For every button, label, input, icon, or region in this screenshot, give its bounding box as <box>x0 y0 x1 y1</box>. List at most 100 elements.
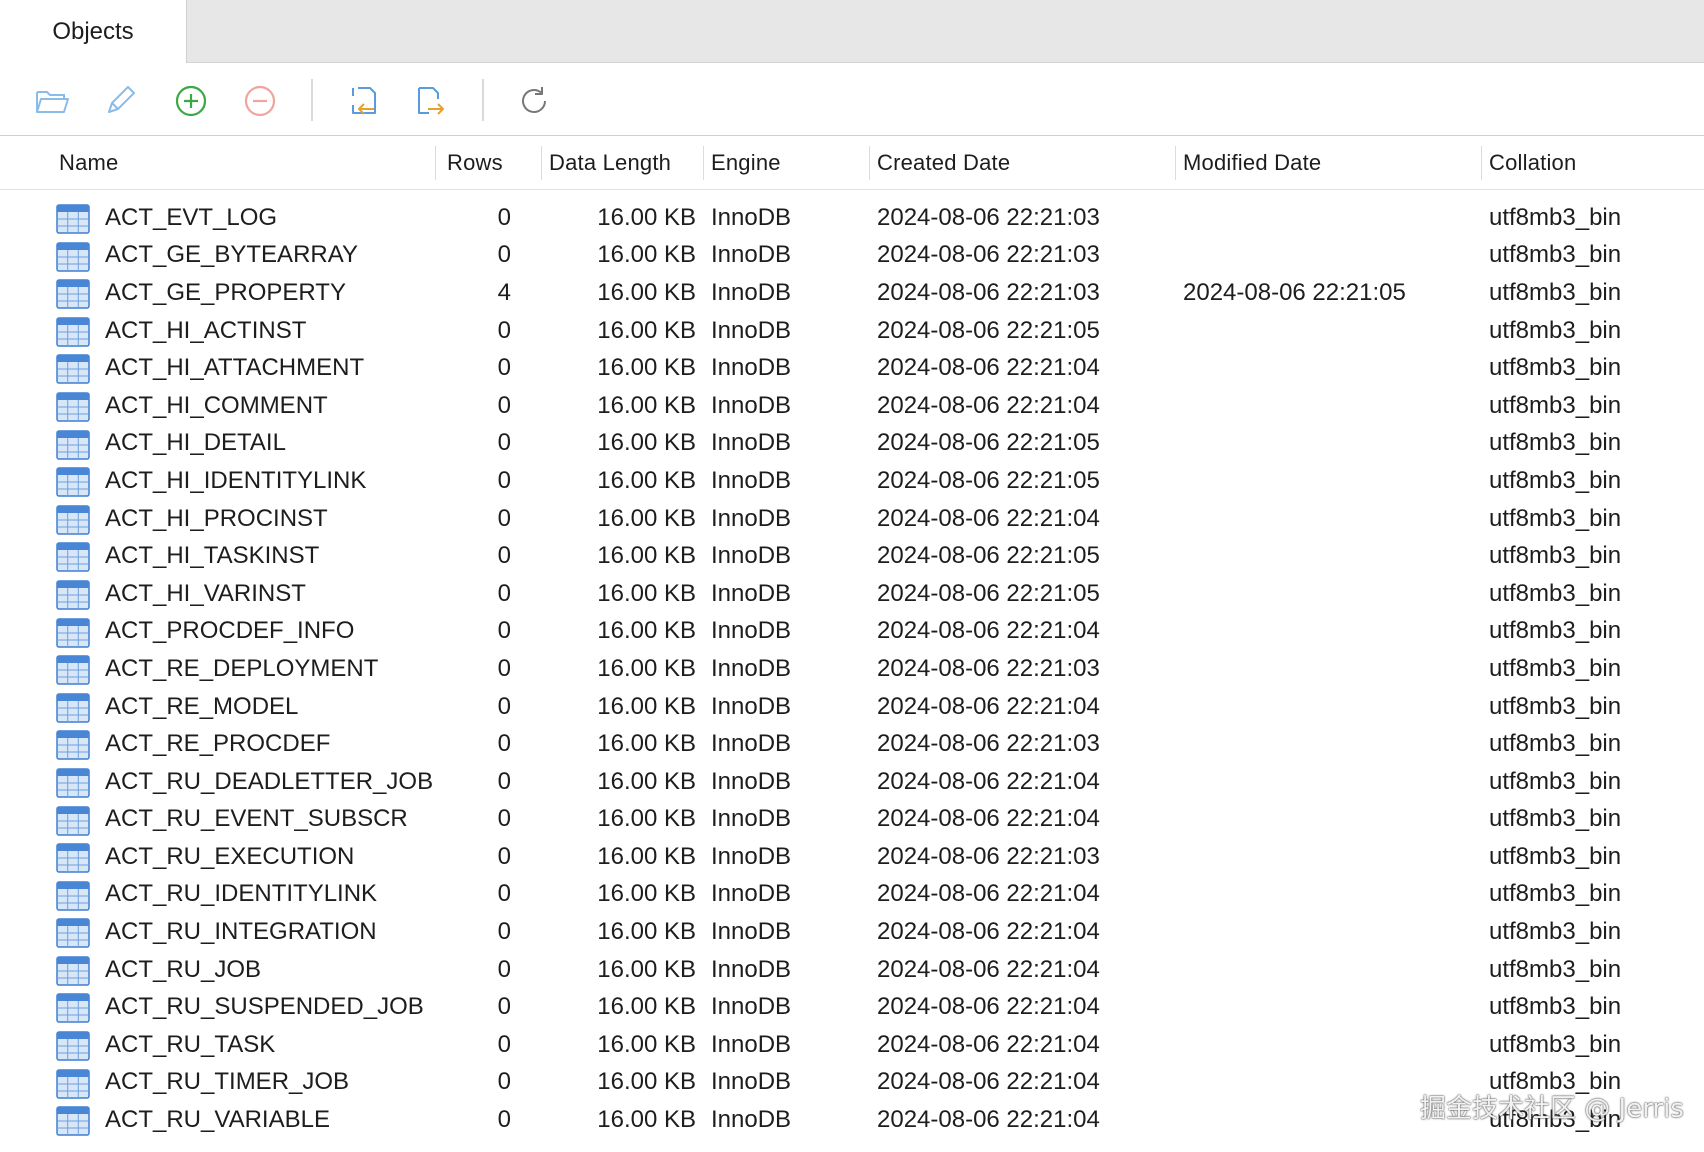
table-row[interactable]: ACT_HI_PROCINST 0 16.00 KB InnoDB 2024-08-06… <box>0 500 1704 538</box>
table-icon <box>56 467 90 497</box>
cell-data-length: 16.00 KB <box>597 354 696 382</box>
table-row[interactable]: ACT_RE_PROCDEF 0 16.00 KB InnoDB 2024-08-06 … <box>0 725 1704 763</box>
cell-rows: 0 <box>497 654 511 682</box>
column-header-rows[interactable]: Rows <box>447 136 503 190</box>
table-row[interactable]: ACT_RU_JOB 0 16.00 KB InnoDB 2024-08-06 22:2… <box>0 951 1704 989</box>
table-row[interactable]: ACT_RU_EVENT_SUBSCR 0 16.00 KB InnoDB 2024-0… <box>0 801 1704 839</box>
cell-engine: InnoDB <box>711 579 792 607</box>
column-divider[interactable] <box>541 146 542 180</box>
column-divider[interactable] <box>1175 146 1176 180</box>
toolbar-separator <box>311 79 313 121</box>
table-row[interactable]: ACT_HI_IDENTITYLINK 0 16.00 KB InnoDB 2024-0… <box>0 462 1704 500</box>
cell-rows: 0 <box>497 617 511 645</box>
cell-engine: InnoDB <box>711 654 792 682</box>
table-row[interactable]: ACT_HI_VARINST 0 16.00 KB InnoDB 2024-08-06 … <box>0 575 1704 613</box>
table-row[interactable]: ACT_RU_INTEGRATION 0 16.00 KB InnoDB 2024-08… <box>0 913 1704 951</box>
cell-rows: 0 <box>497 466 511 494</box>
column-divider[interactable] <box>1481 146 1482 180</box>
table-icon <box>56 956 90 986</box>
refresh-button[interactable] <box>514 81 554 121</box>
column-divider[interactable] <box>703 146 704 180</box>
cell-data-length: 16.00 KB <box>597 504 696 532</box>
table-icon <box>56 580 90 610</box>
table-icon <box>56 768 90 798</box>
cell-created-date: 2024-08-06 22:21:03 <box>877 654 1100 682</box>
column-header-data-length[interactable]: Data Length <box>549 136 671 190</box>
table-row[interactable]: ACT_RE_MODEL 0 16.00 KB InnoDB 2024-08-06 22… <box>0 688 1704 726</box>
cell-engine: InnoDB <box>711 730 792 758</box>
cell-created-date: 2024-08-06 22:21:04 <box>877 617 1100 645</box>
cell-collation: utf8mb3_bin <box>1489 880 1622 908</box>
open-object-button[interactable] <box>32 81 72 121</box>
column-divider[interactable] <box>869 146 870 180</box>
cell-rows: 0 <box>497 842 511 870</box>
table-row[interactable]: ACT_GE_BYTEARRAY 0 16.00 KB InnoDB 2024-08-0… <box>0 237 1704 275</box>
cell-data-length: 16.00 KB <box>597 955 696 983</box>
cell-created-date: 2024-08-06 22:21:04 <box>877 1030 1100 1058</box>
table-icon <box>56 392 90 422</box>
cell-collation: utf8mb3_bin <box>1489 730 1622 758</box>
table-icon <box>56 843 90 873</box>
cell-data-length: 16.00 KB <box>597 391 696 419</box>
table-row[interactable]: ACT_HI_COMMENT 0 16.00 KB InnoDB 2024-08-06 … <box>0 387 1704 425</box>
table-icon <box>56 1068 90 1099</box>
cell-engine: InnoDB <box>711 1106 792 1134</box>
table-row[interactable]: ACT_HI_ATTACHMENT 0 16.00 KB InnoDB 2024-08-… <box>0 349 1704 387</box>
cell-engine: InnoDB <box>711 1068 792 1096</box>
table-row[interactable]: ACT_RU_IDENTITYLINK 0 16.00 KB InnoDB 2024-0… <box>0 876 1704 914</box>
toolbar-separator <box>482 79 484 121</box>
table-row[interactable]: ACT_HI_TASKINST 0 16.00 KB InnoDB 2024-08-06… <box>0 537 1704 575</box>
cell-engine: InnoDB <box>711 880 792 908</box>
cell-data-length: 16.00 KB <box>597 730 696 758</box>
table-row[interactable]: ACT_GE_PROPERTY 4 16.00 KB InnoDB 2024-08-06… <box>0 274 1704 312</box>
table-row[interactable]: ACT_RU_SUSPENDED_JOB 0 16.00 KB InnoDB 2024-… <box>0 988 1704 1026</box>
cell-rows: 0 <box>497 730 511 758</box>
column-header-name[interactable]: Name <box>59 136 119 190</box>
cell-data-length: 16.00 KB <box>597 466 696 494</box>
cell-engine: InnoDB <box>711 542 792 570</box>
cell-created-date: 2024-08-06 22:21:03 <box>877 730 1100 758</box>
table-row[interactable]: ACT_PROCDEF_INFO 0 16.00 KB InnoDB 2024-08-0… <box>0 613 1704 651</box>
cell-collation: utf8mb3_bin <box>1489 1030 1622 1058</box>
import-icon <box>352 87 376 115</box>
cell-created-date: 2024-08-06 22:21:04 <box>877 1106 1100 1134</box>
cell-name: ACT_RU_TIMER_JOB <box>105 1068 350 1096</box>
table-row[interactable]: ACT_HI_DETAIL 0 16.00 KB InnoDB 2024-08-06 2… <box>0 425 1704 463</box>
table-icon <box>56 730 90 761</box>
column-divider[interactable] <box>435 146 436 180</box>
cell-engine: InnoDB <box>711 466 792 494</box>
cell-data-length: 16.00 KB <box>597 203 696 231</box>
table-row[interactable]: ACT_HI_ACTINST 0 16.00 KB InnoDB 2024-08-06 … <box>0 312 1704 350</box>
cell-created-date: 2024-08-06 22:21:05 <box>877 429 1100 457</box>
table-row[interactable]: ACT_RU_DEADLETTER_JOB 0 16.00 KB InnoDB 2024… <box>0 763 1704 801</box>
cell-collation: utf8mb3_bin <box>1489 203 1622 231</box>
column-header-collation[interactable]: Collation <box>1489 136 1576 190</box>
column-header-created-date[interactable]: Created Date <box>877 136 1010 190</box>
cell-created-date: 2024-08-06 22:21:04 <box>877 805 1100 833</box>
cell-engine: InnoDB <box>711 1030 792 1058</box>
cell-collation: utf8mb3_bin <box>1489 504 1622 532</box>
table-icon <box>56 692 90 723</box>
tab-objects[interactable]: Objects <box>0 0 187 63</box>
cell-created-date: 2024-08-06 22:21:04 <box>877 504 1100 532</box>
table-row[interactable]: ACT_EVT_LOG 0 16.00 KB InnoDB 2024-08-06 22:… <box>0 199 1704 237</box>
table-row[interactable]: ACT_RU_TASK 0 16.00 KB InnoDB 2024-08-06 22:… <box>0 1026 1704 1064</box>
export-button[interactable] <box>412 81 452 121</box>
design-object-button[interactable] <box>100 81 140 121</box>
cell-name: ACT_HI_TASKINST <box>105 542 320 570</box>
cell-rows: 0 <box>497 955 511 983</box>
new-object-button[interactable] <box>171 81 211 121</box>
column-header-engine[interactable]: Engine <box>711 136 781 190</box>
cell-data-length: 16.00 KB <box>597 767 696 795</box>
cell-data-length: 16.00 KB <box>597 316 696 344</box>
table-row[interactable]: ACT_RE_DEPLOYMENT 0 16.00 KB InnoDB 2024-08-… <box>0 650 1704 688</box>
folder-open-icon <box>36 91 69 113</box>
cell-created-date: 2024-08-06 22:21:04 <box>877 767 1100 795</box>
cell-engine: InnoDB <box>711 504 792 532</box>
import-button[interactable] <box>342 81 382 121</box>
table-row[interactable]: ACT_RU_EXECUTION 0 16.00 KB InnoDB 2024-08-0… <box>0 838 1704 876</box>
cell-created-date: 2024-08-06 22:21:04 <box>877 880 1100 908</box>
column-header-modified-date[interactable]: Modified Date <box>1183 136 1321 190</box>
delete-object-button[interactable] <box>240 81 280 121</box>
cell-data-length: 16.00 KB <box>597 993 696 1021</box>
